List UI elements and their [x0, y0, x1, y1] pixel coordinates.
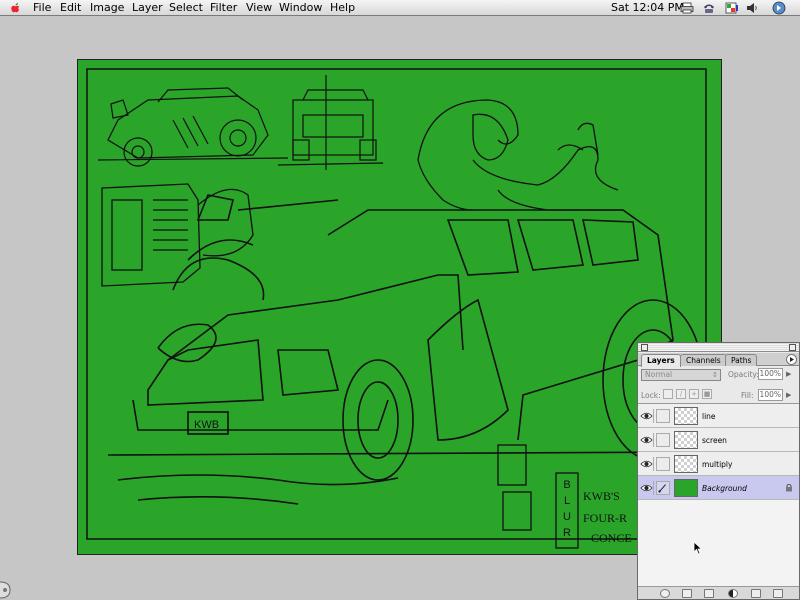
signature-l: L — [564, 495, 570, 507]
eye-icon[interactable] — [640, 433, 654, 447]
trash-icon[interactable] — [773, 589, 783, 598]
mouse-cursor-icon — [693, 541, 703, 555]
license-plate-text: KWB — [194, 419, 219, 431]
speaker-icon[interactable] — [745, 2, 759, 14]
adjustment-layer-icon[interactable] — [728, 589, 738, 598]
palette-bottom-bar — [638, 586, 799, 599]
menu-file[interactable]: File — [33, 1, 51, 15]
layer-thumbnail — [674, 455, 698, 473]
layer-name: screen — [702, 436, 727, 445]
layer-thumbnail — [674, 431, 698, 449]
layer-row-line[interactable]: line — [638, 404, 799, 428]
palette-menu-button[interactable] — [786, 354, 797, 365]
palette-tabs: Layers Channels Paths — [638, 353, 799, 367]
menu-view[interactable]: View — [246, 1, 272, 15]
layer-thumbnail — [674, 407, 698, 425]
printer-icon[interactable] — [680, 2, 694, 14]
triangle-right-icon — [790, 357, 794, 362]
lock-icon — [786, 483, 792, 492]
tab-layers[interactable]: Layers — [641, 354, 681, 367]
blend-mode-select[interactable]: Normal ↕ — [641, 369, 721, 381]
lock-move-icon[interactable]: + — [689, 389, 699, 399]
fill-slider-arrow-icon[interactable]: ▶ — [786, 391, 791, 399]
palette-close-button[interactable] — [641, 344, 648, 351]
inner-frame — [86, 68, 707, 540]
new-layer-icon[interactable] — [751, 589, 761, 598]
sketch-car-front — [277, 75, 384, 170]
updown-arrow-icon: ↕ — [712, 371, 718, 379]
layer-name: line — [702, 412, 716, 421]
brush-icon[interactable] — [656, 481, 670, 495]
layer-style-icon[interactable] — [660, 589, 670, 598]
signature-r: R — [563, 527, 571, 539]
opacity-input[interactable]: 100% — [758, 368, 783, 380]
signature-u: U — [563, 511, 571, 523]
fill-input[interactable]: 100% — [758, 389, 783, 401]
signature-b: B — [563, 479, 570, 491]
sketch-car-small — [97, 87, 289, 167]
menu-window[interactable]: Window — [279, 1, 322, 15]
opacity-label: Opacity: — [728, 370, 759, 379]
blend-mode-value: Normal — [645, 370, 673, 379]
mask-icon[interactable] — [682, 589, 692, 598]
layer-link-cell[interactable] — [656, 457, 670, 471]
lock-all-icon[interactable]: ■ — [702, 389, 712, 399]
menu-layer[interactable]: Layer — [132, 1, 163, 15]
layer-thumbnail — [674, 479, 698, 497]
menubar-clock[interactable]: Sat 12:04 PM — [611, 1, 684, 15]
phone-icon[interactable] — [702, 2, 716, 14]
layers-palette: Layers Channels Paths Normal ↕ Opacity: … — [637, 342, 800, 600]
palette-zoom-button[interactable] — [789, 344, 796, 351]
layer-link-cell[interactable] — [656, 409, 670, 423]
layer-name: multiply — [702, 460, 733, 469]
opacity-slider-arrow-icon[interactable]: ▶ — [786, 370, 791, 378]
layer-row-background[interactable]: Background — [638, 476, 799, 500]
document-canvas[interactable]: B L U R KWB'S FOUR-R CONCE KWB — [77, 59, 722, 555]
eye-icon[interactable] — [640, 457, 654, 471]
layers-list: line screen multiply Background — [638, 403, 799, 587]
photoshop-app-icon[interactable] — [772, 1, 786, 15]
layer-row-screen[interactable]: screen — [638, 428, 799, 452]
palette-titlebar[interactable] — [638, 343, 799, 352]
layer-link-cell[interactable] — [656, 433, 670, 447]
lock-label: Lock: — [641, 391, 661, 400]
menu-bar: File Edit Image Layer Select Filter View… — [0, 0, 800, 16]
menu-help[interactable]: Help — [330, 1, 355, 15]
menu-select[interactable]: Select — [169, 1, 203, 15]
menu-edit[interactable]: Edit — [60, 1, 81, 15]
sketch-truck — [107, 194, 704, 505]
new-set-icon[interactable] — [704, 589, 714, 598]
finder-tab-icon[interactable] — [0, 580, 12, 600]
layer-row-multiply[interactable]: multiply — [638, 452, 799, 476]
layer-name: Background — [702, 484, 747, 493]
tab-paths[interactable]: Paths — [725, 354, 758, 366]
apple-logo-icon[interactable] — [9, 1, 23, 15]
lettering-line-3: CONCE — [591, 531, 632, 545]
tab-channels[interactable]: Channels — [680, 354, 727, 366]
line-art-drawing: B L U R KWB'S FOUR-R CONCE KWB — [86, 68, 707, 549]
fill-label: Fill: — [741, 391, 754, 400]
lock-transparency-icon[interactable] — [663, 389, 673, 399]
eye-icon[interactable] — [640, 409, 654, 423]
menu-image[interactable]: Image — [90, 1, 124, 15]
eye-icon[interactable] — [640, 481, 654, 495]
lettering-line-2: FOUR-R — [583, 511, 627, 525]
menu-filter[interactable]: Filter — [210, 1, 237, 15]
lettering-line-1: KWB'S — [583, 489, 620, 503]
lock-brush-icon[interactable]: ∕ — [676, 389, 686, 399]
palette-icon[interactable] — [725, 2, 739, 14]
sketch-woman — [417, 99, 623, 211]
